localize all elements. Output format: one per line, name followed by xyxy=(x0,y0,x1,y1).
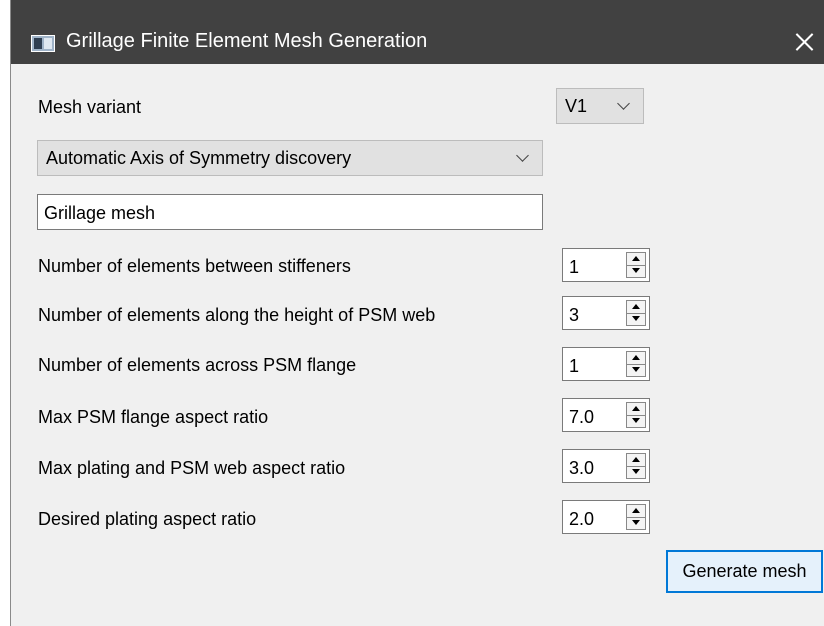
flange-aspect-ratio-spinner[interactable]: 7.0 xyxy=(562,398,650,432)
mesh-variant-label: Mesh variant xyxy=(38,97,142,117)
spinner-value: 1 xyxy=(569,356,580,376)
field-label: Number of elements along the height of P… xyxy=(38,305,436,325)
spinner-value: 3.0 xyxy=(569,458,595,478)
symmetry-dropdown[interactable]: Automatic Axis of Symmetry discovery xyxy=(37,140,543,176)
elements-web-height-spinner[interactable]: 3 xyxy=(562,296,650,330)
close-icon[interactable] xyxy=(773,20,824,64)
dialog-window: Grillage Finite Element Mesh Generation … xyxy=(10,0,824,626)
spin-buttons xyxy=(626,504,646,530)
spin-buttons xyxy=(626,300,646,326)
plating-aspect-ratio-spinner[interactable]: 2.0 xyxy=(562,500,650,534)
field-label: Max plating and PSM web aspect ratio xyxy=(38,458,346,478)
mesh-name-input[interactable]: Grillage mesh xyxy=(37,194,543,230)
spin-down-icon[interactable] xyxy=(627,364,645,376)
mesh-variant-value: V1 xyxy=(565,96,588,116)
symmetry-value: Automatic Axis of Symmetry discovery xyxy=(46,148,352,168)
elements-across-flange-spinner[interactable]: 1 xyxy=(562,347,650,381)
plating-web-aspect-ratio-spinner[interactable]: 3.0 xyxy=(562,449,650,483)
spin-buttons xyxy=(626,402,646,428)
mesh-name-value: Grillage mesh xyxy=(44,203,156,223)
mesh-variant-dropdown[interactable]: V1 xyxy=(556,88,644,124)
spin-buttons xyxy=(626,351,646,377)
spin-down-icon[interactable] xyxy=(627,265,645,277)
spin-down-icon[interactable] xyxy=(627,313,645,325)
app-window-icon xyxy=(31,35,55,52)
chevron-down-icon xyxy=(516,149,529,162)
spinner-value: 3 xyxy=(569,305,580,325)
title-bar[interactable]: Grillage Finite Element Mesh Generation xyxy=(11,0,824,64)
field-label: Desired plating aspect ratio xyxy=(38,509,257,529)
spinner-value: 7.0 xyxy=(569,407,595,427)
spin-down-icon[interactable] xyxy=(627,517,645,529)
spin-down-icon[interactable] xyxy=(627,415,645,427)
window-title: Grillage Finite Element Mesh Generation xyxy=(66,30,428,52)
spin-down-icon[interactable] xyxy=(627,466,645,478)
spinner-value: 2.0 xyxy=(569,509,595,529)
generate-mesh-button[interactable]: Generate mesh xyxy=(666,550,823,593)
spinner-value: 1 xyxy=(569,257,580,277)
chevron-down-icon xyxy=(617,97,630,110)
field-label: Max PSM flange aspect ratio xyxy=(38,407,269,427)
spin-buttons xyxy=(626,252,646,278)
elements-between-stiffeners-spinner[interactable]: 1 xyxy=(562,248,650,282)
field-label: Number of elements between stiffeners xyxy=(38,256,351,276)
field-label: Number of elements across PSM flange xyxy=(38,355,357,375)
spin-buttons xyxy=(626,453,646,479)
